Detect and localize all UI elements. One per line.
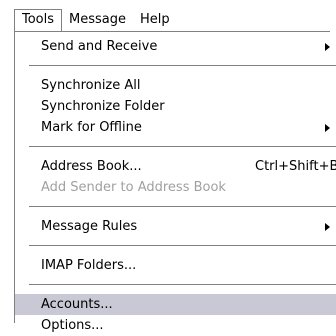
menu-tools[interactable]: Tools bbox=[14, 9, 63, 31]
menu-item-send-and-receive[interactable]: Send and Receive bbox=[15, 36, 336, 57]
menu-item-label: Mark for Offline bbox=[41, 120, 142, 135]
menu-item-accounts[interactable]: Accounts... bbox=[15, 294, 336, 315]
menu-item-label: Accounts... bbox=[41, 297, 113, 312]
menu-item-synchronize-folder[interactable]: Synchronize Folder bbox=[15, 96, 336, 117]
menu-item-options[interactable]: Options... bbox=[15, 315, 336, 336]
keyboard-shortcut: Ctrl+Shift+B bbox=[255, 159, 336, 174]
menu-item-label: Send and Receive bbox=[41, 39, 158, 54]
menu-bar: Tools Message Help bbox=[14, 9, 330, 32]
submenu-arrow-icon bbox=[325, 43, 330, 51]
menu-item-message-rules[interactable]: Message Rules bbox=[15, 216, 336, 237]
menu-item-label: Options... bbox=[41, 318, 104, 333]
menu-item-label: IMAP Folders... bbox=[41, 258, 137, 273]
submenu-arrow-icon bbox=[325, 223, 330, 231]
menu-help[interactable]: Help bbox=[133, 9, 177, 31]
menu-item-label: Synchronize All bbox=[41, 78, 141, 93]
menu-item-label: Synchronize Folder bbox=[41, 99, 165, 114]
menu-item-add-sender-to-address-book: Add Sender to Address Book bbox=[15, 177, 336, 198]
menu-item-imap-folders[interactable]: IMAP Folders... bbox=[15, 255, 336, 276]
menu-item-label: Add Sender to Address Book bbox=[41, 180, 226, 195]
menu-item-synchronize-all[interactable]: Synchronize All bbox=[15, 75, 336, 96]
menu-item-mark-for-offline[interactable]: Mark for Offline bbox=[15, 117, 336, 138]
submenu-arrow-icon bbox=[325, 124, 330, 132]
menu-item-label: Message Rules bbox=[41, 219, 138, 234]
menu-item-address-book[interactable]: Address Book... Ctrl+Shift+B bbox=[15, 156, 336, 177]
menu-message[interactable]: Message bbox=[62, 9, 133, 31]
menu-item-label: Address Book... bbox=[41, 159, 142, 174]
tools-dropdown-menu: Send and Receive Synchronize All Synchro… bbox=[14, 32, 336, 333]
